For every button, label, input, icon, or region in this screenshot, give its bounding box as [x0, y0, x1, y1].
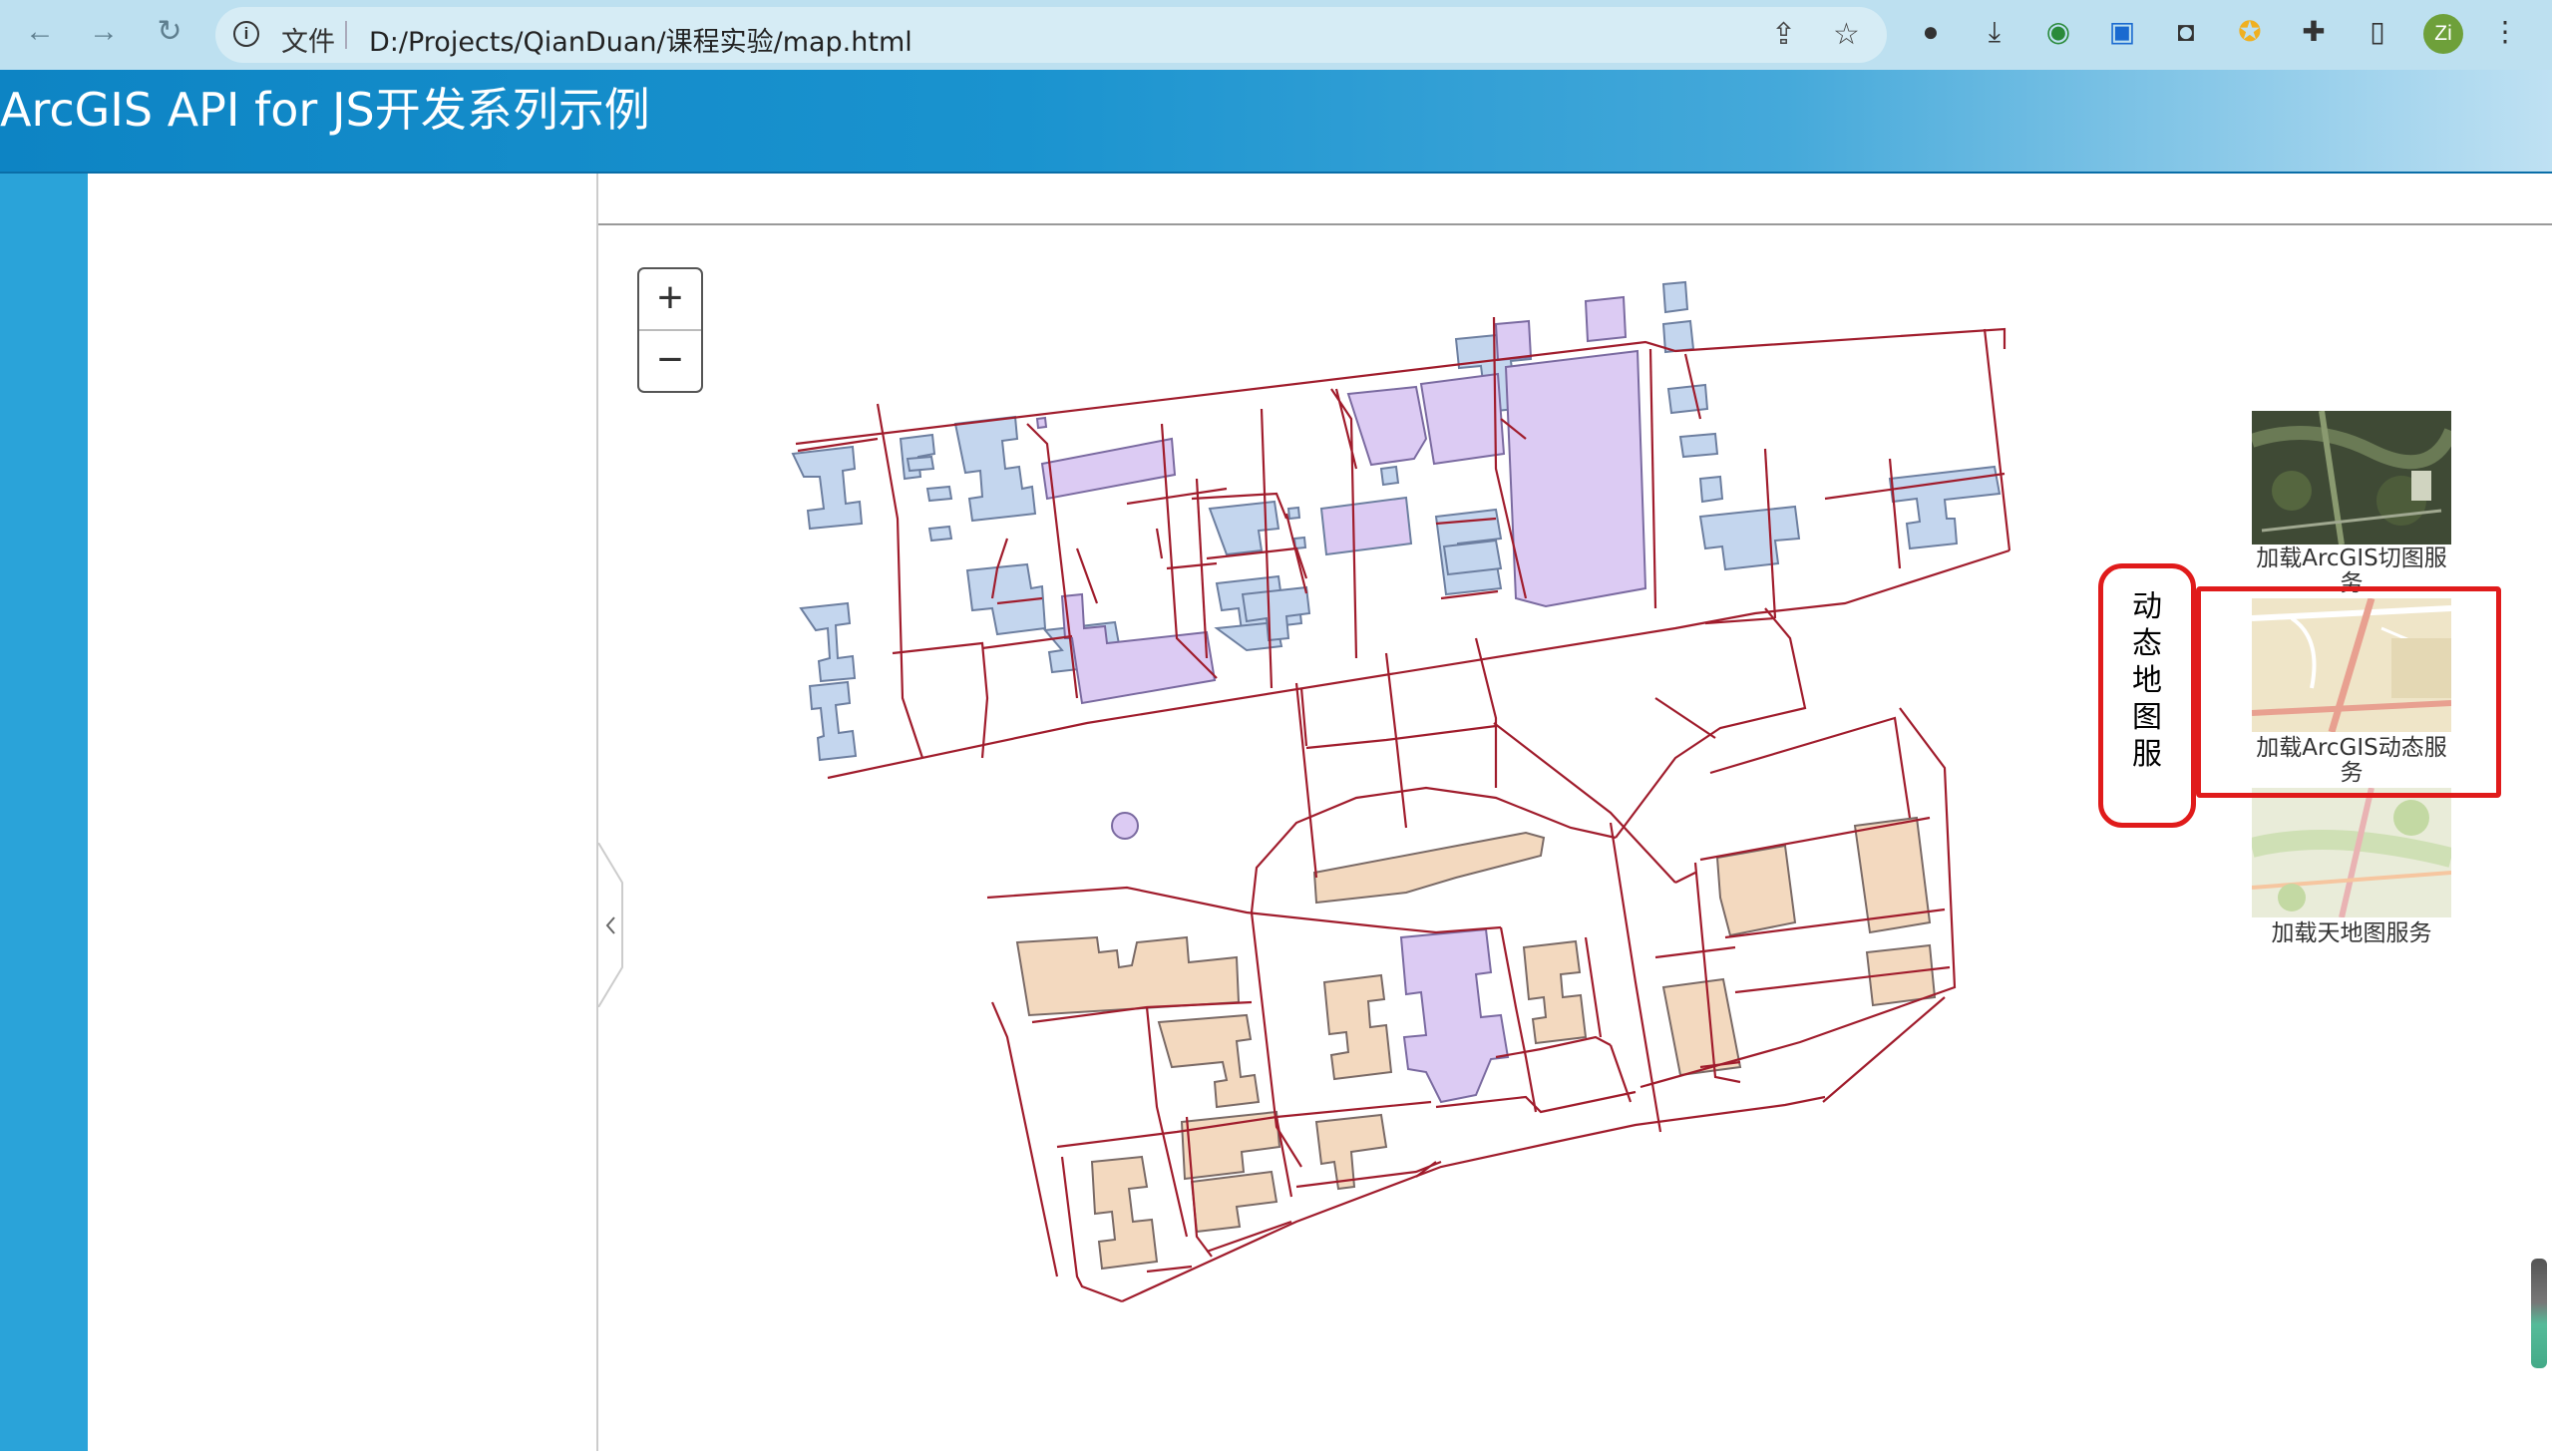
file-scheme-label: 文件 [281, 27, 335, 58]
forward-button[interactable]: → [86, 14, 122, 50]
reload-icon: ↻ [157, 15, 182, 48]
url-text[interactable]: D:/Projects/QianDuan/课程实验/map.html [369, 20, 912, 59]
highlight-box [2196, 586, 2501, 798]
scroll-indicator[interactable] [2531, 1259, 2547, 1368]
annotation-callout: 动态地图服 [2098, 563, 2196, 828]
address-bar[interactable]: i 文件 D:/Projects/QianDuan/课程实验/map.html … [215, 7, 1887, 63]
star-icon[interactable]: ☆ [1833, 17, 1860, 52]
header-banner: ArcGIS API for JS开发系列示例 [0, 70, 2552, 174]
zoom-in-button[interactable]: + [639, 269, 701, 329]
page-title: ArcGIS API for JS开发系列示例 [0, 83, 650, 137]
reload-button[interactable]: ↻ [152, 14, 187, 50]
arrow-left-icon: ← [25, 15, 55, 48]
info-icon[interactable]: i [233, 21, 259, 47]
back-button[interactable]: ← [22, 14, 58, 50]
dorm-buildings [791, 280, 2002, 762]
puzzle-icon[interactable]: ✚ [2296, 14, 2332, 50]
arrow-right-icon: → [89, 15, 119, 48]
address-separator [345, 21, 347, 49]
extension-icon-5[interactable]: ✪ [2232, 14, 2268, 50]
side-panel [88, 174, 598, 1451]
basemap-thumb-tianditu[interactable] [2249, 787, 2454, 918]
sidepanel-icon[interactable]: ▯ [2360, 14, 2395, 50]
extension-icon-4[interactable]: ◘ [2168, 14, 2204, 50]
share-icon[interactable]: ⇪ [1771, 17, 1796, 52]
avatar[interactable]: Zi [2423, 14, 2463, 54]
browser-toolbar: ← → ↻ i 文件 D:/Projects/QianDuan/课程实验/map… [0, 0, 2552, 70]
left-sidebar-strip [0, 174, 88, 1451]
basemap-label-tianditu[interactable]: 加载天地图服务 [2252, 921, 2451, 946]
kebab-menu-icon[interactable]: ⋮ [2487, 14, 2523, 50]
extension-icon-2[interactable]: ◉ [2040, 14, 2076, 50]
map-toolbar-strip [598, 174, 2552, 225]
extension-icon-1[interactable]: ● [1913, 14, 1949, 50]
download-icon[interactable]: ⤓ [1977, 14, 2012, 50]
panel-collapse-button[interactable] [597, 842, 624, 1008]
extension-icon-3[interactable]: ▣ [2104, 14, 2140, 50]
basemap-thumb-tiled[interactable] [2249, 410, 2458, 546]
zoom-control: + − [637, 267, 703, 393]
zoom-out-button[interactable]: − [639, 331, 701, 391]
annotation-text: 动态地图服 [2132, 589, 2162, 772]
